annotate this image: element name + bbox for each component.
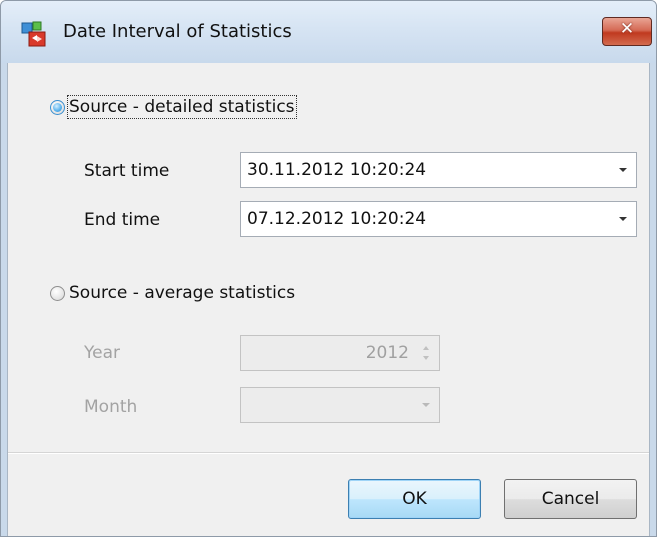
year-label: Year [84,343,120,363]
end-time-picker[interactable]: 07.12.2012 10:20:24 [240,201,637,237]
spin-down-icon [423,356,429,360]
month-dropdown [240,387,440,423]
year-spinner: 2012 [240,335,440,371]
button-separator [8,452,649,454]
radio-button-unselected[interactable] [50,285,65,301]
spin-up-icon [423,346,429,350]
year-value: 2012 [365,343,409,363]
chevron-down-icon[interactable] [619,217,627,221]
title-bar[interactable]: Date Interval of Statistics ✕ [1,1,656,63]
dialog-window: Date Interval of Statistics ✕ Source - d… [0,0,657,537]
end-time-label: End time [84,210,161,230]
start-time-label: Start time [84,161,170,181]
radio-average-statistics[interactable]: Source - average statistics [50,283,295,303]
radio-detailed-label[interactable]: Source - detailed statistics [67,95,297,119]
radio-button-selected[interactable] [50,99,65,115]
window-title: Date Interval of Statistics [63,21,292,42]
chevron-down-icon[interactable] [619,168,627,172]
end-time-value: 07.12.2012 10:20:24 [247,209,427,229]
close-icon: ✕ [619,19,635,39]
ok-button[interactable]: OK [348,479,481,519]
month-label: Month [84,397,138,417]
close-button[interactable]: ✕ [602,17,652,46]
chevron-down-icon [422,403,430,407]
dialog-body: Source - detailed statistics Start time … [7,63,650,536]
start-time-value: 30.11.2012 10:20:24 [247,160,427,180]
app-icon [21,21,46,47]
start-time-picker[interactable]: 30.11.2012 10:20:24 [240,152,637,188]
cancel-button[interactable]: Cancel [504,479,637,519]
radio-average-label[interactable]: Source - average statistics [69,283,295,303]
radio-detailed-statistics[interactable]: Source - detailed statistics [50,95,297,119]
